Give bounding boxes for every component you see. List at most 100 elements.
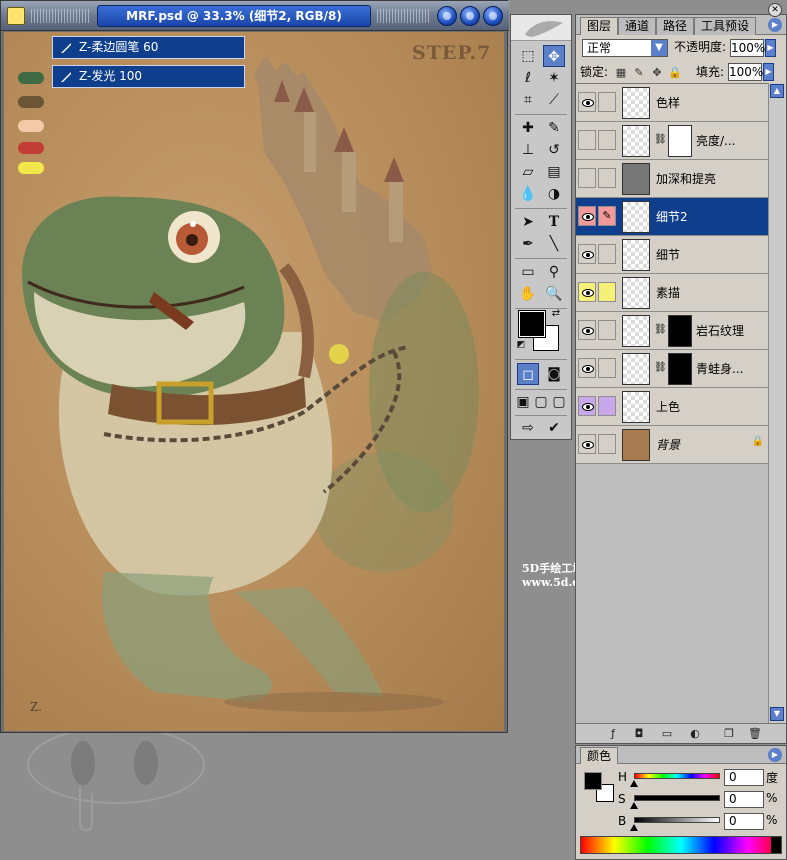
layer-visibility-toggle[interactable] xyxy=(578,358,596,378)
mask-link-icon[interactable]: ⛓ xyxy=(654,362,667,373)
layer-link-toggle[interactable] xyxy=(598,282,616,302)
layer-link-toggle[interactable] xyxy=(598,130,616,150)
layer-row[interactable]: 上色 xyxy=(576,388,768,426)
scroll-down-icon[interactable]: ▼ xyxy=(770,707,784,721)
layer-visibility-toggle[interactable] xyxy=(578,168,596,188)
close-button[interactable] xyxy=(483,6,503,26)
notes-tool-icon[interactable]: ▭ xyxy=(517,261,539,283)
healing-brush-tool-icon[interactable]: ✚ xyxy=(517,117,539,139)
tab-channels[interactable]: 通道 xyxy=(618,17,657,35)
pen-tool-icon[interactable]: ✒ xyxy=(517,233,539,255)
type-tool-icon[interactable]: T xyxy=(543,211,565,233)
layer-row[interactable]: ⛓ 岩石纹理 xyxy=(576,312,768,350)
foreground-color-swatch[interactable] xyxy=(518,310,546,338)
layer-visibility-toggle[interactable] xyxy=(578,320,596,340)
swap-colors-icon[interactable]: ⇄ xyxy=(549,307,563,321)
magic-wand-tool-icon[interactable]: ✶ xyxy=(543,67,565,89)
tab-layers[interactable]: 图层 xyxy=(580,17,619,35)
brush-tool-icon[interactable]: ✎ xyxy=(543,117,565,139)
opacity-slider-arrow-icon[interactable]: ▶ xyxy=(765,39,776,57)
jump-to-imageready-icon[interactable]: ⇨ xyxy=(517,417,539,439)
screen-mode-full-menu-icon[interactable]: ▢ xyxy=(533,391,549,413)
tab-color[interactable]: 颜色 xyxy=(580,747,619,764)
eyedropper-tool-icon[interactable]: ⚲ xyxy=(543,261,565,283)
fill-input[interactable]: 100% xyxy=(728,63,763,81)
color-foreground-swatch[interactable] xyxy=(584,772,602,790)
layer-link-toggle[interactable] xyxy=(598,244,616,264)
channel-slider[interactable] xyxy=(634,773,720,779)
line-tool-icon[interactable]: ╲ xyxy=(543,233,565,255)
eraser-tool-icon[interactable]: ▱ xyxy=(517,161,539,183)
layers-scrollbar[interactable]: ▲ ▼ xyxy=(768,83,785,723)
slider-knob-icon[interactable] xyxy=(630,824,638,831)
mask-link-icon[interactable]: ⛓ xyxy=(654,134,667,145)
slice-tool-icon[interactable]: ⟋ xyxy=(543,89,565,111)
jump-check-icon[interactable]: ✔ xyxy=(543,417,565,439)
layer-mask-thumbnail[interactable] xyxy=(668,353,692,385)
channel-value-input[interactable]: 0 xyxy=(724,813,764,830)
layer-visibility-toggle[interactable] xyxy=(578,434,596,454)
toolbox-header[interactable] xyxy=(511,15,571,41)
adjustment-layer-icon[interactable]: ◐ xyxy=(688,727,702,741)
mask-link-icon[interactable]: ⛓ xyxy=(654,324,667,335)
tab-tool-presets[interactable]: 工具预设 xyxy=(694,17,757,35)
slider-knob-icon[interactable] xyxy=(630,780,638,787)
layer-visibility-toggle[interactable] xyxy=(578,282,596,302)
blur-tool-icon[interactable]: 💧 xyxy=(517,183,539,205)
channel-slider[interactable] xyxy=(634,795,720,801)
channel-value-input[interactable]: 0 xyxy=(724,791,764,808)
layer-link-toggle[interactable] xyxy=(598,168,616,188)
history-brush-tool-icon[interactable]: ↺ xyxy=(543,139,565,161)
gradient-tool-icon[interactable]: ▤ xyxy=(543,161,565,183)
layer-row[interactable]: ✎ 细节2 xyxy=(576,198,768,236)
minimize-button[interactable] xyxy=(437,6,457,26)
layer-row[interactable]: ⛓ 亮度/... xyxy=(576,122,768,160)
add-mask-icon[interactable]: ◘ xyxy=(632,727,646,741)
palette-menu-icon[interactable]: ▶ xyxy=(768,748,782,762)
screen-mode-standard-icon[interactable]: ▣ xyxy=(515,391,531,413)
marquee-tool-icon[interactable]: ⬚ xyxy=(517,45,539,67)
default-colors-icon[interactable]: ◩ xyxy=(515,339,527,351)
blend-mode-select[interactable]: 正常 ▼ xyxy=(582,39,668,57)
lock-transparency-icon[interactable]: ▦ xyxy=(614,66,628,80)
lock-image-icon[interactable]: ✎ xyxy=(632,66,646,80)
palette-menu-icon[interactable]: ▶ xyxy=(768,18,782,32)
layer-row[interactable]: 背景 🔒 xyxy=(576,426,768,464)
lasso-tool-icon[interactable]: ℓ xyxy=(517,67,539,89)
lock-position-icon[interactable]: ✥ xyxy=(650,66,664,80)
layer-link-toggle[interactable] xyxy=(598,396,616,416)
new-layer-icon[interactable]: ❐ xyxy=(722,727,736,741)
layer-style-icon[interactable]: ƒ xyxy=(606,727,620,741)
new-group-icon[interactable]: ▭ xyxy=(660,727,674,741)
brush-icon[interactable]: ✎ xyxy=(598,206,616,226)
layer-mask-thumbnail[interactable] xyxy=(668,125,692,157)
document-canvas[interactable]: STEP.7 Z-柔边圆笔 60 Z-发光 100 Z. xyxy=(4,32,504,731)
palette-close-icon[interactable]: ✕ xyxy=(768,3,782,17)
tab-paths[interactable]: 路径 xyxy=(656,17,695,35)
path-selection-tool-icon[interactable]: ➤ xyxy=(517,211,539,233)
layer-row[interactable]: 色样 xyxy=(576,84,768,122)
move-tool-icon[interactable]: ✥ xyxy=(543,45,565,67)
layer-row[interactable]: ⛓ 青蛙身... xyxy=(576,350,768,388)
layer-row[interactable]: 素描 xyxy=(576,274,768,312)
slider-knob-icon[interactable] xyxy=(630,802,638,809)
standard-mode-icon[interactable]: ◻ xyxy=(517,363,539,385)
layer-link-toggle[interactable] xyxy=(598,358,616,378)
opacity-input[interactable]: 100% xyxy=(730,39,765,57)
layer-link-toggle[interactable] xyxy=(598,434,616,454)
layer-row[interactable]: 加深和提亮 xyxy=(576,160,768,198)
clone-stamp-tool-icon[interactable]: ⊥ xyxy=(517,139,539,161)
layer-link-toggle[interactable] xyxy=(598,320,616,340)
layer-visibility-toggle[interactable] xyxy=(578,396,596,416)
channel-value-input[interactable]: 0 xyxy=(724,769,764,786)
layer-row[interactable]: 细节 xyxy=(576,236,768,274)
crop-tool-icon[interactable]: ⌗ xyxy=(517,89,539,111)
layer-link-toggle[interactable] xyxy=(598,92,616,112)
screen-mode-full-icon[interactable]: ▢ xyxy=(551,391,567,413)
hand-tool-icon[interactable]: ✋ xyxy=(517,283,539,305)
color-ramp[interactable] xyxy=(580,836,782,854)
delete-layer-icon[interactable]: 🗑 xyxy=(748,727,762,741)
layer-visibility-toggle[interactable] xyxy=(578,92,596,112)
channel-slider[interactable] xyxy=(634,817,720,823)
document-titlebar[interactable]: MRF.psd @ 33.3% (细节2, RGB/8) xyxy=(1,1,509,31)
